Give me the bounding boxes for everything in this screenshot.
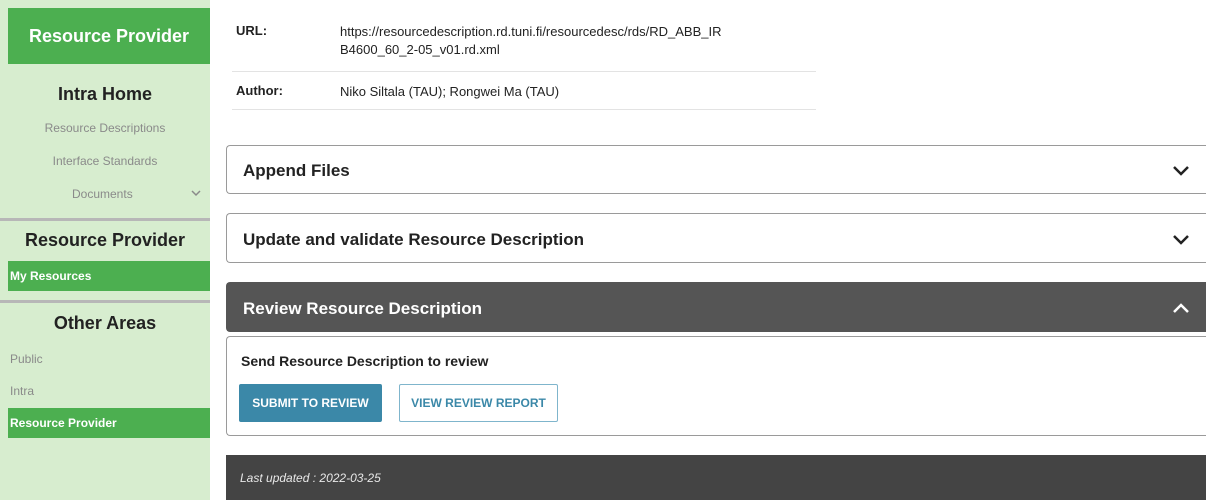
- accordion-title: Review Resource Description: [243, 299, 483, 318]
- chevron-down-icon: [1173, 235, 1189, 245]
- sidebar-documents-label: Documents: [72, 187, 133, 201]
- url-label: URL:: [236, 23, 268, 38]
- review-panel-subtitle: Send Resource Description to review: [241, 353, 489, 369]
- chevron-up-icon: [1173, 303, 1189, 313]
- sidebar-title-intra-home[interactable]: Intra Home: [0, 84, 210, 105]
- url-value-line1: https://resourcedescription.rd.tuni.fi/r…: [340, 24, 722, 39]
- sidebar: Resource Provider Intra Home Resource De…: [0, 0, 210, 500]
- sidebar-divider: [0, 300, 210, 303]
- chevron-down-icon: [1173, 166, 1189, 176]
- accordion-review[interactable]: Review Resource Description: [226, 282, 1206, 332]
- sidebar-link-interface-standards[interactable]: Interface Standards: [0, 154, 210, 168]
- view-review-report-button[interactable]: VIEW REVIEW REPORT: [399, 384, 558, 422]
- accordion-title: Update and validate Resource Description: [243, 230, 585, 249]
- accordion-append-files[interactable]: Append Files: [226, 145, 1206, 194]
- submit-to-review-button[interactable]: SUBMIT TO REVIEW: [239, 384, 382, 422]
- accordion-title: Append Files: [243, 161, 350, 180]
- sidebar-item-resource-provider[interactable]: Resource Provider: [8, 408, 210, 438]
- info-row-author: Author: Niko Siltala (TAU); Rongwei Ma (…: [232, 72, 816, 110]
- url-value-line2: B4600_60_2-05_v01.rd.xml: [340, 42, 500, 57]
- sidebar-section-resource-provider: Resource Provider: [24, 230, 186, 250]
- last-updated-text: Last updated : 2022-03-25: [240, 470, 381, 485]
- sidebar-item-my-resources[interactable]: My Resources: [8, 261, 210, 291]
- sidebar-section-other-areas: Other Areas: [53, 313, 157, 333]
- sidebar-item-public[interactable]: Public: [8, 344, 210, 374]
- accordion-update-validate[interactable]: Update and validate Resource Description: [226, 213, 1206, 263]
- author-value: Niko Siltala (TAU); Rongwei Ma (TAU): [340, 84, 560, 99]
- author-label: Author:: [236, 83, 283, 98]
- footer: Last updated : 2022-03-25: [226, 455, 1206, 500]
- sidebar-item-intra[interactable]: Intra: [8, 376, 210, 406]
- info-row-url: URL: https://resourcedescription.rd.tuni…: [232, 14, 816, 72]
- sidebar-header[interactable]: Resource Provider: [8, 8, 210, 64]
- review-panel: Send Resource Description to review SUBM…: [226, 336, 1206, 436]
- sidebar-link-resource-descriptions[interactable]: Resource Descriptions: [0, 121, 210, 135]
- sidebar-divider: [0, 218, 210, 221]
- chevron-down-icon: [191, 190, 201, 197]
